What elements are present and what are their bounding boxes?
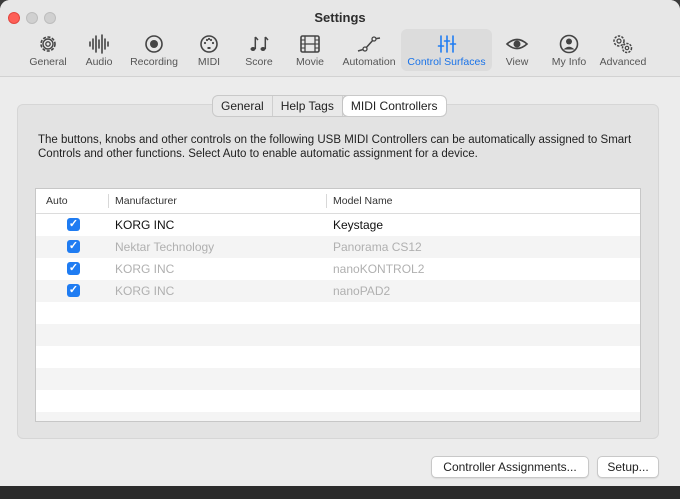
toolbar-item-recording[interactable]: Recording	[126, 29, 182, 71]
empty-row	[36, 412, 640, 421]
column-header-auto[interactable]: Auto	[46, 189, 68, 213]
toolbar-label: General	[29, 56, 67, 68]
model-name-cell: nanoKONTROL2	[333, 262, 425, 276]
manufacturer-cell: KORG INC	[115, 218, 175, 232]
table-row[interactable]: ✓ Nektar Technology Panorama CS12	[36, 236, 640, 258]
model-name-cell: Keystage	[333, 218, 384, 232]
controller-assignments-button[interactable]: Controller Assignments...	[431, 456, 589, 478]
person-icon	[559, 34, 579, 54]
gear-icon	[40, 36, 56, 52]
toolbar-item-my-info[interactable]: My Info	[548, 29, 590, 71]
auto-checkbox[interactable]: ✓	[67, 240, 80, 253]
column-divider[interactable]	[108, 194, 109, 208]
tab-general[interactable]: General	[213, 96, 273, 116]
empty-row	[36, 302, 640, 324]
toolbar-label: Control Surfaces	[407, 56, 486, 68]
empty-row	[36, 324, 640, 346]
waveform-icon	[89, 34, 109, 54]
midi-port-icon	[200, 35, 218, 53]
auto-checkbox[interactable]: ✓	[67, 284, 80, 297]
column-header-manufacturer[interactable]: Manufacturer	[115, 189, 177, 213]
controllers-table: Auto Manufacturer Model Name ✓ KORG INC …	[35, 188, 641, 422]
empty-row	[36, 346, 640, 368]
toolbar-label: Audio	[85, 56, 113, 68]
table-header: Auto Manufacturer Model Name	[36, 189, 640, 214]
toolbar-label: Score	[245, 56, 273, 68]
tab-help-tags[interactable]: Help Tags	[273, 96, 343, 116]
toolbar-label: My Info	[551, 56, 587, 68]
background-strip	[0, 486, 680, 499]
toolbar-item-view[interactable]: View	[500, 29, 534, 71]
description-text: The buttons, knobs and other controls on…	[38, 134, 632, 160]
empty-row	[36, 390, 640, 412]
column-header-model-name[interactable]: Model Name	[333, 189, 393, 213]
tab-midi-controllers[interactable]: MIDI Controllers	[342, 96, 446, 116]
automation-curve-icon	[357, 36, 381, 52]
toolbar-item-control-surfaces[interactable]: Control Surfaces	[401, 29, 492, 71]
model-name-cell: nanoPAD2	[333, 284, 391, 298]
toolbar-item-automation[interactable]: Automation	[338, 29, 400, 71]
toolbar-label: View	[505, 56, 529, 68]
titlebar: Settings General Audio Recording MIDI Sc…	[0, 0, 680, 77]
manufacturer-cell: KORG INC	[115, 284, 175, 298]
toolbar-item-movie[interactable]: Movie	[290, 29, 330, 71]
settings-tabs: General Help Tags MIDI Controllers	[212, 95, 447, 117]
music-notes-icon	[250, 36, 269, 51]
column-divider[interactable]	[326, 194, 327, 208]
table-row[interactable]: ✓ KORG INC nanoPAD2	[36, 280, 640, 302]
eye-icon	[505, 38, 529, 50]
manufacturer-cell: KORG INC	[115, 262, 175, 276]
manufacturer-cell: Nektar Technology	[115, 240, 215, 254]
auto-checkbox[interactable]: ✓	[67, 262, 80, 275]
table-row[interactable]: ✓ KORG INC nanoKONTROL2	[36, 258, 640, 280]
toolbar-label: Recording	[130, 56, 178, 68]
model-name-cell: Panorama CS12	[333, 240, 422, 254]
toolbar-item-midi[interactable]: MIDI	[190, 29, 228, 71]
toolbar-label: Automation	[342, 56, 396, 68]
film-icon	[300, 35, 320, 53]
settings-toolbar: General Audio Recording MIDI Score Movie…	[0, 29, 680, 73]
toolbar-item-audio[interactable]: Audio	[78, 29, 120, 71]
auto-checkbox[interactable]: ✓	[67, 218, 80, 231]
toolbar-label: Movie	[295, 56, 324, 68]
setup-button[interactable]: Setup...	[597, 456, 659, 478]
window-title: Settings	[314, 10, 366, 25]
toolbar-item-general[interactable]: General	[24, 29, 72, 71]
settings-window: Settings General Audio Recording MIDI Sc…	[0, 0, 680, 486]
record-icon	[145, 35, 163, 53]
toolbar-label: MIDI	[197, 56, 221, 68]
table-row[interactable]: ✓ KORG INC Keystage	[36, 214, 640, 236]
empty-row	[36, 368, 640, 390]
gears-icon	[613, 35, 633, 54]
sliders-icon	[437, 35, 456, 53]
toolbar-item-advanced[interactable]: Advanced	[597, 29, 649, 71]
toolbar-item-score[interactable]: Score	[240, 29, 278, 71]
toolbar-label: Advanced	[599, 56, 647, 68]
